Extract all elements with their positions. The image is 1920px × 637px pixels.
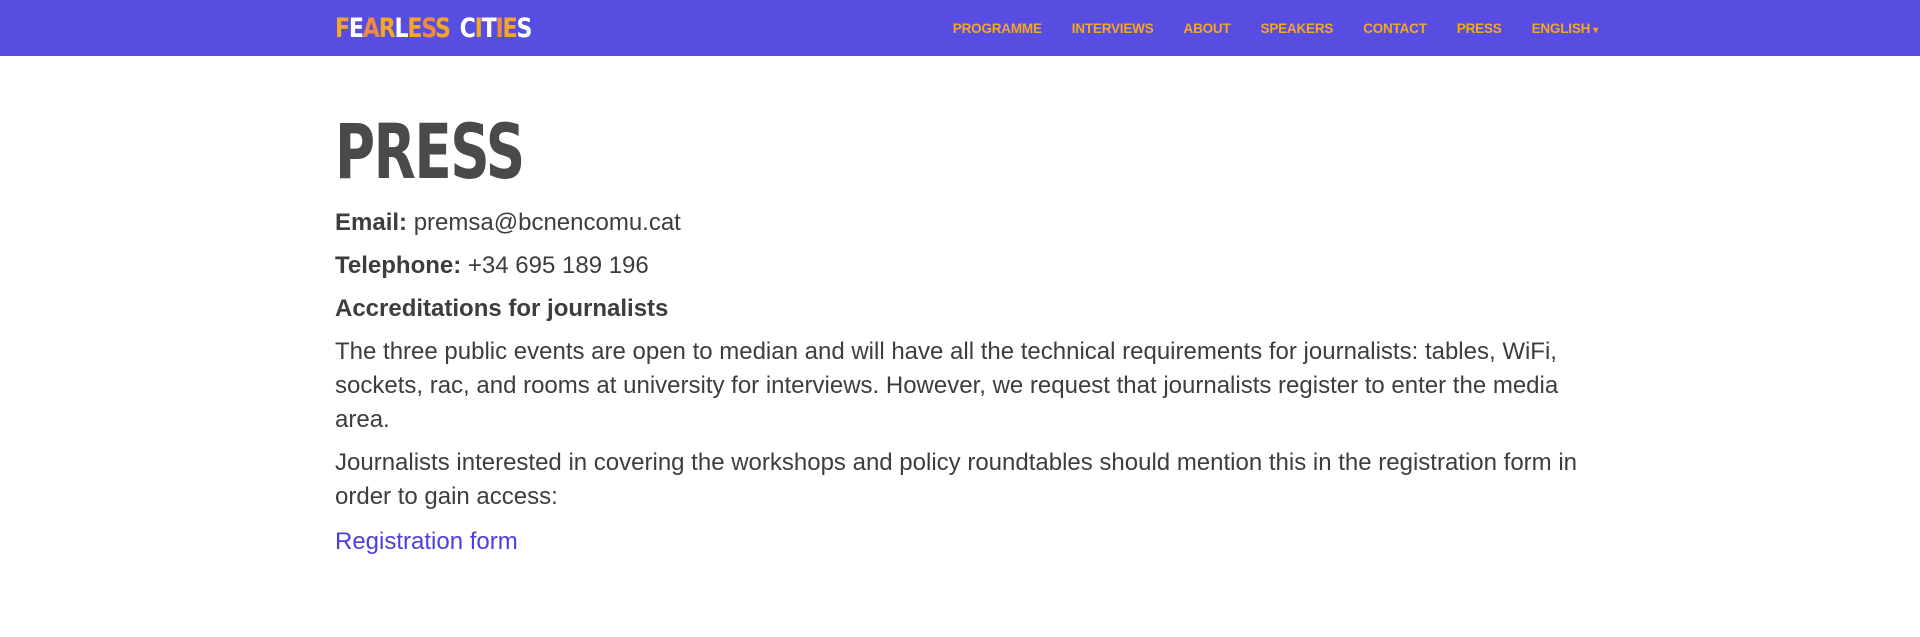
logo-letter: R (378, 13, 396, 44)
nav-item-press[interactable]: PRESS (1457, 21, 1502, 36)
logo-letter: I (474, 13, 483, 44)
logo-letter: S (516, 13, 532, 44)
telephone-line: Telephone: +34 695 189 196 (335, 249, 1585, 283)
fearless-cities-logo[interactable]: FEARLESS CITIES (335, 12, 532, 46)
logo-letter: S (435, 13, 451, 44)
language-label: ENGLISH (1531, 20, 1591, 36)
press-content: PRESS Email: premsa@bcnencomu.cat Teleph… (335, 110, 1585, 559)
nav-item-interviews[interactable]: INTERVIEWS (1072, 21, 1154, 36)
email-label: Email: (335, 209, 408, 236)
logo-letter: C (459, 13, 476, 44)
email-value: premsa@bcnencomu.cat (407, 209, 681, 236)
top-navigation-bar: FEARLESS CITIES PROGRAMME INTERVIEWS ABOU… (0, 0, 1920, 56)
nav-item-contact[interactable]: CONTACT (1363, 21, 1427, 36)
logo-letter: F (335, 13, 350, 44)
main-nav: PROGRAMME INTERVIEWS ABOUT SPEAKERS CONT… (923, 0, 1598, 56)
registration-form-link[interactable]: Registration form (335, 525, 518, 559)
accreditations-paragraph: The three public events are open to medi… (335, 338, 1559, 433)
telephone-value: +34 695 189 196 (461, 252, 649, 279)
language-dropdown[interactable]: ENGLISH ▾ (1531, 20, 1599, 36)
accreditations-heading: Accreditations for journalists (335, 295, 669, 322)
nav-item-about[interactable]: ABOUT (1184, 21, 1231, 36)
email-line: Email: premsa@bcnencomu.cat (335, 206, 1585, 240)
nav-item-speakers[interactable]: SPEAKERS (1261, 21, 1334, 36)
logo-letter: A (362, 13, 380, 44)
logo-letter: L (394, 13, 409, 44)
telephone-label: Telephone: (335, 252, 462, 279)
logo-letter: E (502, 13, 518, 44)
nav-item-programme[interactable]: PROGRAMME (953, 21, 1042, 36)
logo-letter: E (348, 13, 364, 44)
workshops-paragraph: Journalists interested in covering the w… (335, 449, 1577, 510)
logo-letter: T (481, 13, 497, 44)
logo-letter: S (421, 13, 436, 44)
page-title: PRESS (335, 107, 525, 196)
logo-letter: E (407, 13, 422, 44)
chevron-down-icon: ▾ (1593, 24, 1598, 36)
